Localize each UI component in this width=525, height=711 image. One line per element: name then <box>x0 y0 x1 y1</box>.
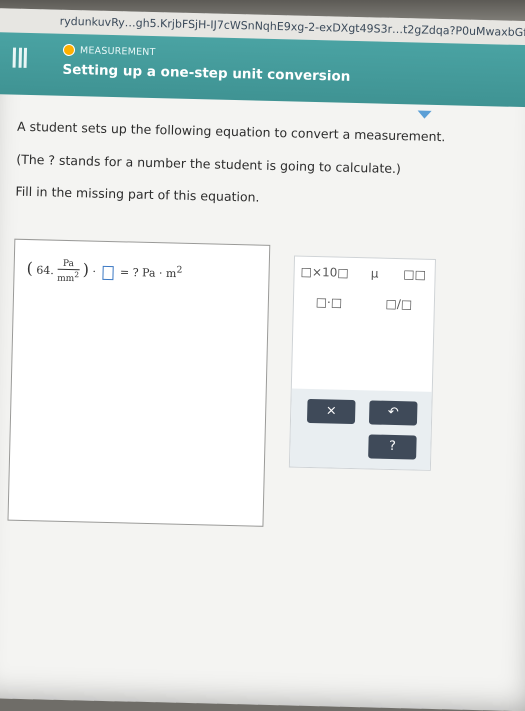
topic-label: MEASUREMENT <box>79 44 156 58</box>
keypad-controls: × ↶ ? <box>289 388 432 470</box>
screen: rydunkuvRy…gh5.KrjbFSjH-IJ7cWSnNqhE9xg-2… <box>0 8 525 711</box>
result-exponent: 2 <box>176 264 183 276</box>
topic-row: MEASUREMENT <box>62 43 156 58</box>
topic-status-icon <box>62 43 76 57</box>
keypad-row-1: □×10□ μ □□ <box>294 257 435 290</box>
micro-key[interactable]: μ <box>360 266 388 281</box>
chevron-down-icon[interactable] <box>417 110 432 119</box>
undo-button[interactable]: ↶ <box>368 400 418 426</box>
fraction-key[interactable]: □/□ <box>385 297 413 312</box>
equation-value: 64. <box>36 263 55 278</box>
answer-area[interactable]: ( 64. Pa mm2 ) · = ? Pa · m2 <box>7 238 271 527</box>
scientific-notation-key[interactable]: □×10□ <box>300 265 348 280</box>
clear-button[interactable]: × <box>306 398 356 425</box>
exponent-key[interactable]: □□ <box>400 267 428 282</box>
missing-factor-input[interactable] <box>102 265 114 280</box>
equation: ( 64. Pa mm2 ) · = ? Pa · m2 <box>26 258 182 287</box>
lesson-header: MEASUREMENT Setting up a one-step unit c… <box>0 31 525 108</box>
help-button[interactable]: ? <box>368 434 417 460</box>
equation-result: = ? Pa · m <box>119 265 177 281</box>
open-paren: ( <box>26 258 34 278</box>
problem-line-1: A student sets up the following equation… <box>16 118 446 145</box>
page-title: Setting up a one-step unit conversion <box>62 61 351 85</box>
fraction-denominator: mm2 <box>57 270 80 285</box>
multiply-key[interactable]: □·□ <box>315 295 343 310</box>
close-paren: ) <box>82 259 90 279</box>
problem-text: A student sets up the following equation… <box>15 119 507 211</box>
fraction-numerator: Pa <box>57 258 80 271</box>
dot-operator: · <box>92 265 97 279</box>
problem-line-3: Fill in the missing part of this equatio… <box>15 183 260 205</box>
hamburger-icon[interactable] <box>12 47 28 68</box>
keypad-row-2: □·□ □/□ <box>294 287 435 320</box>
unit-fraction: Pa mm2 <box>57 258 80 285</box>
problem-line-2: (The ? stands for a number the student i… <box>16 151 402 177</box>
math-keypad: □×10□ μ □□ □·□ □/□ × ↶ ? <box>288 255 437 471</box>
